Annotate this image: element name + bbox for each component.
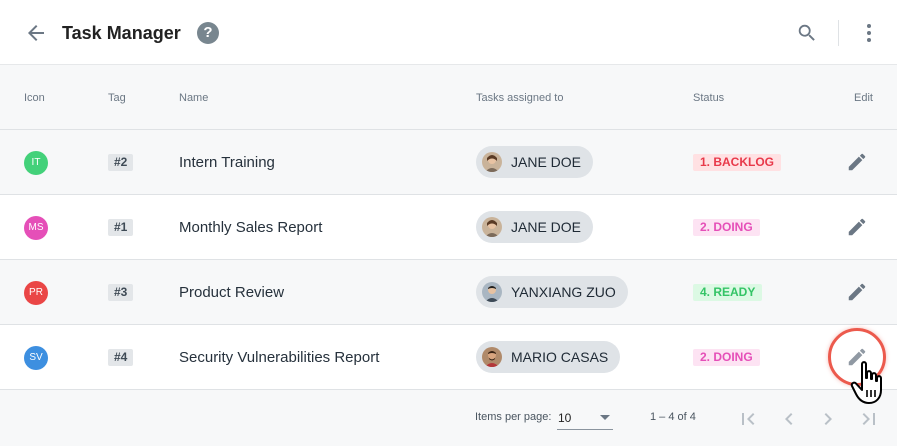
assignee-chip[interactable]: JANE DOE — [476, 146, 594, 178]
column-header-name: Name — [179, 92, 209, 104]
assignee-name: YANXIANG ZUO — [511, 284, 616, 300]
next-page-icon[interactable] — [816, 407, 840, 431]
task-tag: #2 — [108, 154, 134, 171]
assignee-chip[interactable]: JANE DOE — [476, 211, 594, 243]
hand-pointer-cursor-icon — [850, 360, 894, 406]
app-toolbar: Task Manager ? — [0, 0, 897, 65]
assignee-chip[interactable]: MARIO CASAS — [476, 341, 621, 373]
assignee-name: MARIO CASAS — [511, 349, 609, 365]
pagination-bar: Items per page: 10 1 – 4 of 4 — [0, 390, 897, 446]
task-name: Intern Training — [179, 154, 275, 171]
assignee-name: JANE DOE — [511, 154, 582, 170]
task-name: Product Review — [179, 284, 285, 301]
page-title: Task Manager — [62, 23, 181, 43]
column-header-icon: Icon — [24, 92, 45, 104]
table-header: Icon Tag Name Tasks assigned to Status E… — [0, 65, 897, 130]
edit-pencil-icon[interactable] — [846, 151, 868, 173]
task-avatar: IT — [24, 151, 48, 175]
user-avatar-icon — [482, 347, 502, 367]
assignee-name: JANE DOE — [511, 219, 582, 235]
back-arrow-icon[interactable] — [24, 21, 48, 45]
user-avatar-icon — [482, 152, 502, 172]
items-per-page-label: Items per page: — [475, 411, 552, 423]
items-per-page-value: 10 — [558, 411, 572, 425]
table-row[interactable]: MS #1 Monthly Sales Report JANE DOE 2. D… — [0, 195, 897, 260]
last-page-icon[interactable] — [857, 407, 881, 431]
dropdown-caret-icon — [600, 415, 610, 420]
column-header-tag: Tag — [108, 92, 126, 104]
items-per-page-select[interactable]: 10 — [557, 404, 613, 430]
more-vertical-icon[interactable] — [860, 22, 878, 44]
task-avatar: PR — [24, 281, 48, 305]
task-tag: #1 — [108, 219, 134, 236]
user-avatar-icon — [482, 217, 502, 237]
task-tag: #3 — [108, 284, 134, 301]
previous-page-icon[interactable] — [777, 407, 801, 431]
assignee-chip[interactable]: YANXIANG ZUO — [476, 276, 628, 308]
task-tag: #4 — [108, 349, 134, 366]
column-header-edit: Edit — [854, 92, 873, 104]
column-header-assigned: Tasks assigned to — [476, 92, 564, 104]
first-page-icon[interactable] — [736, 407, 760, 431]
column-header-status: Status — [693, 92, 725, 104]
table-row[interactable]: IT #2 Intern Training JANE DOE 1. BACKLO… — [0, 130, 897, 195]
status-badge: 1. BACKLOG — [693, 154, 782, 171]
task-avatar: MS — [24, 216, 48, 240]
task-avatar: SV — [24, 346, 48, 370]
table-row[interactable]: PR #3 Product Review YANXIANG ZUO 4. REA… — [0, 260, 897, 325]
status-badge: 4. READY — [693, 284, 763, 301]
status-badge: 2. DOING — [693, 219, 760, 236]
toolbar-divider — [838, 20, 839, 46]
edit-pencil-icon[interactable] — [846, 216, 868, 238]
help-icon[interactable]: ? — [197, 22, 219, 44]
user-avatar-icon — [482, 282, 502, 302]
status-badge: 2. DOING — [693, 349, 760, 366]
task-name: Monthly Sales Report — [179, 219, 323, 236]
table-row[interactable]: SV #4 Security Vulnerabilities Report MA… — [0, 325, 897, 390]
search-icon[interactable] — [796, 22, 818, 44]
task-table: Icon Tag Name Tasks assigned to Status E… — [0, 65, 897, 390]
task-name: Security Vulnerabilities Report — [179, 349, 380, 366]
edit-pencil-icon[interactable] — [846, 281, 868, 303]
page-range-label: 1 – 4 of 4 — [650, 411, 696, 423]
